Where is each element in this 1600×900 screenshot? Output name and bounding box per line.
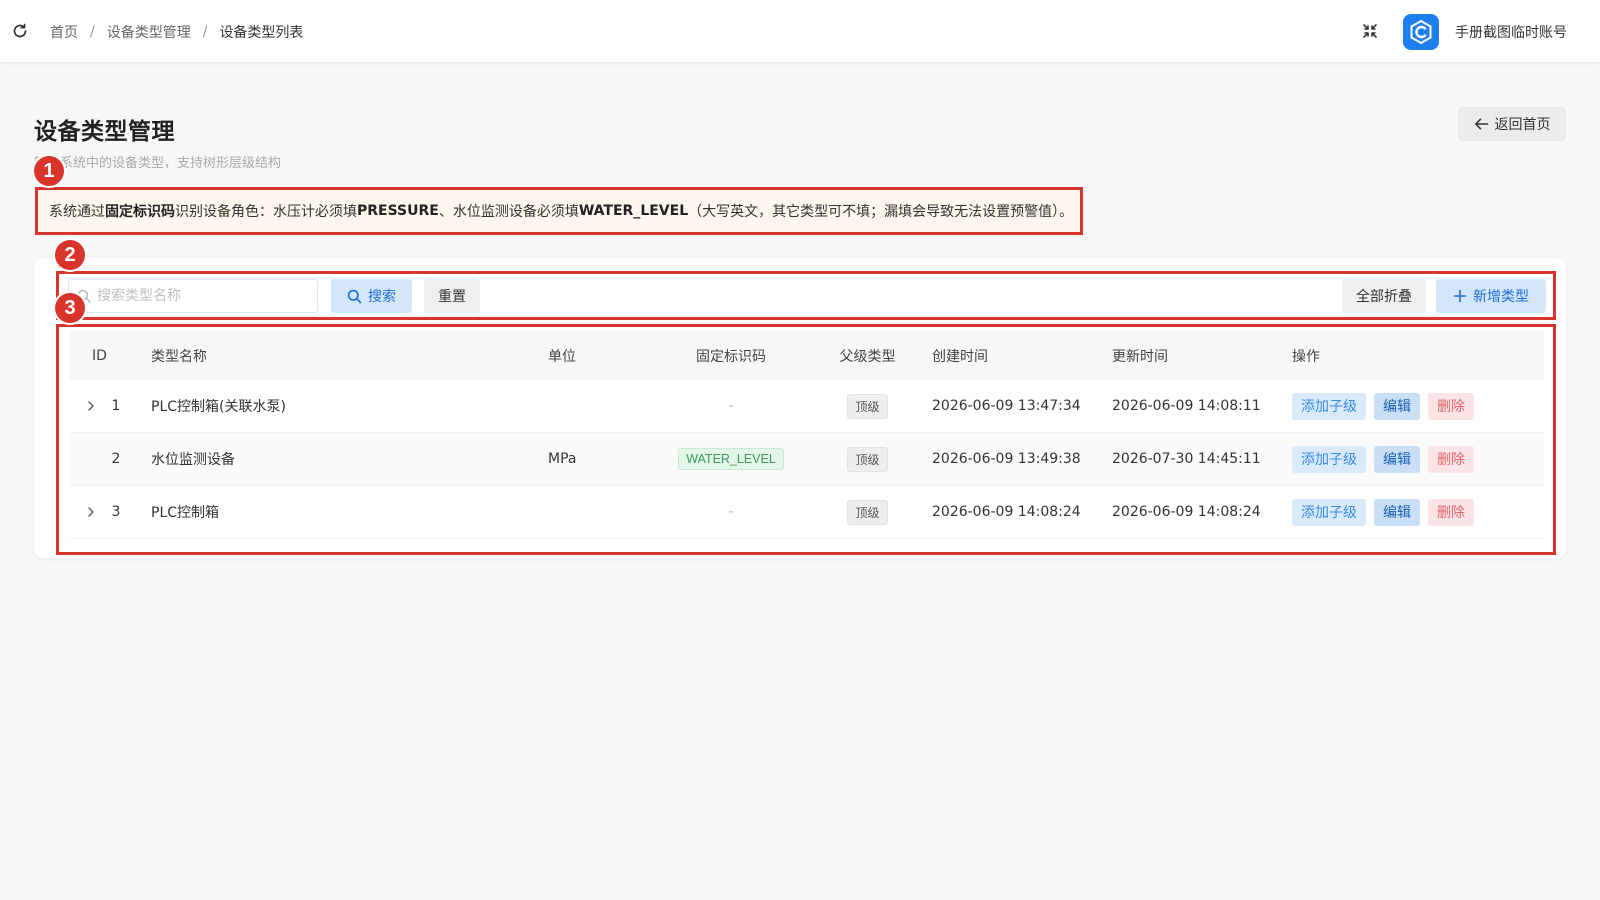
search-button-label: 搜索 <box>368 289 396 305</box>
column-header-code: 固定标识码 <box>696 348 766 365</box>
column-header-updated: 更新时间 <box>1112 348 1168 365</box>
notice-prefix: 系统通过 <box>49 204 105 220</box>
table-header: ID 类型名称 单位 固定标识码 父级类型 创建时间 更新时间 操作 <box>70 331 1544 380</box>
row-parent: 顶级 <box>830 380 905 432</box>
page-title: 设备类型管理 <box>34 119 175 145</box>
notice-text: 、水位监测设备必须填 <box>438 204 579 220</box>
reset-button[interactable]: 重置 <box>424 279 480 313</box>
row-created: 2026-06-09 14:08:24 <box>932 504 1081 520</box>
row-code: - <box>658 486 804 538</box>
add-type-label: 新增类型 <box>1473 289 1529 305</box>
row-actions: 添加子级 编辑 删除 <box>1292 380 1474 432</box>
notice-emphasis-pressure: PRESSURE <box>357 203 439 219</box>
notice-emphasis-fixed-code: 固定标识码 <box>105 204 175 220</box>
annotation-marker-3: 3 <box>55 293 85 323</box>
exit-fullscreen-icon[interactable] <box>1362 23 1378 39</box>
breadcrumb-current: 设备类型列表 <box>219 25 304 41</box>
column-header-parent: 父级类型 <box>839 348 896 365</box>
notice-emphasis-water-level: WATER_LEVEL <box>578 203 689 219</box>
row-actions: 添加子级 编辑 删除 <box>1292 486 1474 538</box>
row-parent: 顶级 <box>830 486 905 538</box>
row-actions: 添加子级 编辑 删除 <box>1292 433 1474 485</box>
breadcrumb-separator: / <box>90 24 95 40</box>
top-header: 首页 / 设备类型管理 / 设备类型列表 手册截图临时账号 <box>0 0 1600 63</box>
row-name: PLC控制箱 <box>151 505 220 521</box>
search-field[interactable] <box>68 279 318 313</box>
search-input[interactable] <box>97 288 307 304</box>
row-updated: 2026-07-30 14:45:11 <box>1112 451 1261 467</box>
collapse-all-label: 全部折叠 <box>1356 289 1412 305</box>
column-header-actions: 操作 <box>1292 348 1320 365</box>
breadcrumb: 首页 / 设备类型管理 / 设备类型列表 <box>50 22 303 42</box>
parent-tag: 顶级 <box>847 499 888 525</box>
row-code: - <box>658 380 804 432</box>
row-id: 2 <box>111 451 121 467</box>
column-header-unit: 单位 <box>548 348 576 365</box>
row-updated: 2026-06-09 14:08:11 <box>1112 398 1261 414</box>
row-created: 2026-06-09 13:49:38 <box>932 451 1081 467</box>
search-icon <box>347 289 362 303</box>
row-code-empty: - <box>728 398 734 414</box>
breadcrumb-device-type-management[interactable]: 设备类型管理 <box>107 22 191 42</box>
row-id: 3 <box>111 504 121 520</box>
row-unit <box>548 486 608 538</box>
table-row: 1 PLC控制箱(关联水泵) - 顶级 2026-06-09 13:47:34 … <box>70 380 1544 433</box>
row-parent: 顶级 <box>830 433 905 485</box>
breadcrumb-separator: / <box>202 24 208 40</box>
column-header-created: 创建时间 <box>932 348 988 365</box>
annotation-marker-1: 1 <box>34 156 64 186</box>
edit-button[interactable]: 编辑 <box>1374 392 1420 420</box>
edit-button[interactable]: 编辑 <box>1374 445 1420 473</box>
breadcrumb-home[interactable]: 首页 <box>50 22 78 42</box>
delete-button[interactable]: 删除 <box>1428 445 1474 473</box>
delete-button[interactable]: 删除 <box>1428 498 1474 526</box>
back-home-label: 返回首页 <box>1494 117 1551 133</box>
notice-suffix: （大写英文，其它类型可不填；漏填会导致无法设置预警值）。 <box>688 204 1074 220</box>
add-child-button[interactable]: 添加子级 <box>1292 445 1366 473</box>
edit-button[interactable]: 编辑 <box>1374 498 1420 526</box>
plus-icon <box>1453 289 1467 303</box>
page-subtitle: 管理系统中的设备类型，支持树形层级结构 <box>34 156 282 171</box>
row-unit <box>548 380 608 432</box>
code-tag: WATER_LEVEL <box>678 448 784 470</box>
row-code-empty: - <box>728 504 734 520</box>
search-button[interactable]: 搜索 <box>331 279 412 313</box>
annotation-marker-2: 2 <box>55 240 85 270</box>
row-name: 水位监测设备 <box>151 452 235 468</box>
add-child-button[interactable]: 添加子级 <box>1292 392 1366 420</box>
add-child-button[interactable]: 添加子级 <box>1292 498 1366 526</box>
row-code: WATER_LEVEL <box>658 433 804 485</box>
row-created: 2026-06-09 13:47:34 <box>932 398 1081 414</box>
row-unit: MPa <box>548 451 577 467</box>
column-header-name: 类型名称 <box>151 348 207 365</box>
expand-chevron-icon[interactable] <box>84 486 98 538</box>
refresh-icon[interactable] <box>11 22 29 40</box>
add-type-button[interactable]: 新增类型 <box>1436 279 1546 313</box>
back-home-button[interactable]: 返回首页 <box>1458 107 1566 141</box>
row-id: 1 <box>111 398 121 414</box>
row-updated: 2026-06-09 14:08:24 <box>1112 504 1261 520</box>
app-logo <box>1403 14 1439 50</box>
reset-button-label: 重置 <box>438 289 466 305</box>
collapse-all-button[interactable]: 全部折叠 <box>1342 279 1426 313</box>
arrow-left-icon <box>1474 118 1488 130</box>
delete-button[interactable]: 删除 <box>1428 392 1474 420</box>
notice-banner: 系统通过 固定标识码 识别设备角色：水压计必须填 PRESSURE 、水位监测设备必须… <box>35 187 1083 235</box>
parent-tag: 顶级 <box>847 446 888 472</box>
account-name[interactable]: 手册截图临时账号 <box>1455 22 1567 42</box>
notice-text: 识别设备角色：水压计必须填 <box>175 204 357 220</box>
device-type-table: ID 类型名称 单位 固定标识码 父级类型 创建时间 更新时间 操作 1 PLC… <box>70 331 1544 539</box>
column-header-id: ID <box>92 347 107 364</box>
parent-tag: 顶级 <box>847 393 888 419</box>
expand-chevron-icon[interactable] <box>84 380 98 432</box>
table-row: 2 水位监测设备 MPa WATER_LEVEL 顶级 2026-06-09 1… <box>70 433 1544 486</box>
row-name: PLC控制箱(关联水泵) <box>151 399 286 415</box>
table-row: 3 PLC控制箱 - 顶级 2026-06-09 14:08:24 2026-0… <box>70 486 1544 539</box>
